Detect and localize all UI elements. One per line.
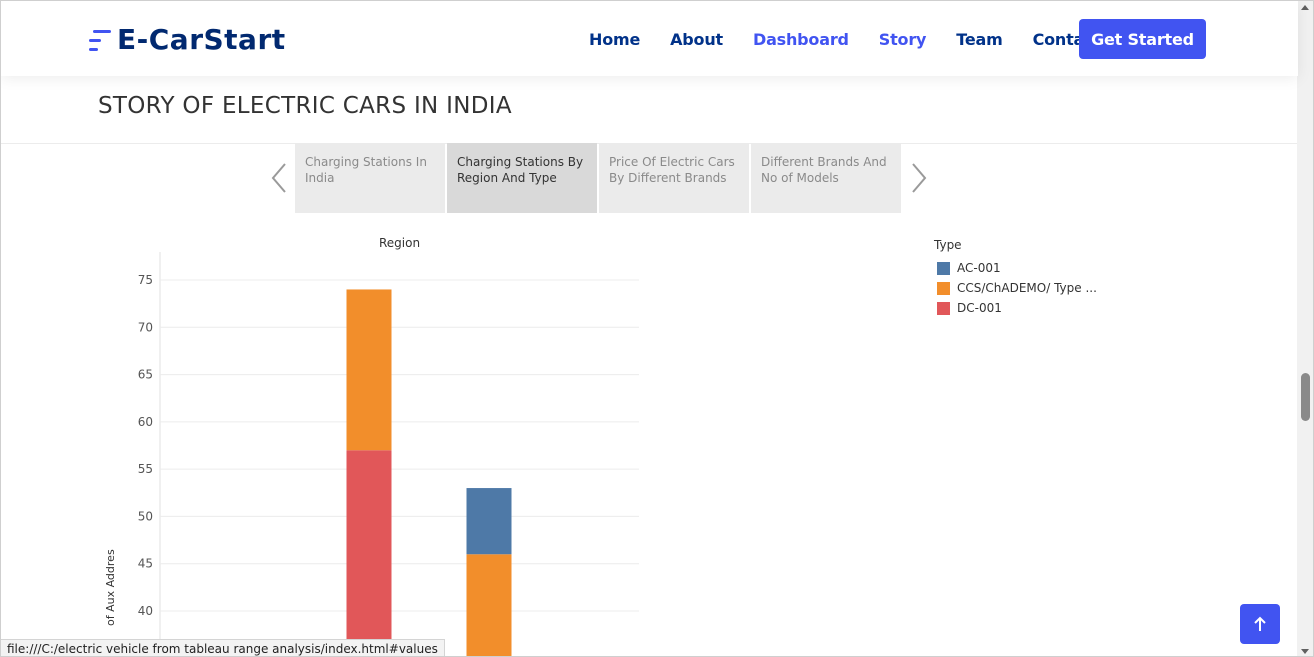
status-bar: file:///C:/electric vehicle from tableau… bbox=[1, 639, 445, 656]
logo-text: E-CarStart bbox=[117, 23, 286, 56]
y-tick-label: 60 bbox=[138, 415, 153, 429]
bar-segment bbox=[346, 289, 392, 451]
arrow-up-icon bbox=[1254, 616, 1266, 631]
legend-item-ac[interactable]: AC-001 bbox=[937, 258, 1097, 278]
nav-home[interactable]: Home bbox=[589, 30, 640, 49]
nav-story[interactable]: Story bbox=[879, 30, 927, 49]
scroll-up-icon[interactable] bbox=[1301, 5, 1309, 10]
page-scrollbar[interactable] bbox=[1297, 1, 1313, 656]
chart-svg: 40 45 50 55 60 65 70 75 bbox=[138, 252, 639, 656]
nav-about[interactable]: About bbox=[670, 30, 723, 49]
chevron-right-icon[interactable] bbox=[903, 161, 933, 195]
legend-swatch bbox=[937, 281, 950, 295]
y-tick-label: 70 bbox=[138, 320, 153, 334]
scroll-thumb[interactable] bbox=[1301, 373, 1310, 421]
legend-item-ccs[interactable]: CCS/ChADEMO/ Type ... bbox=[937, 278, 1097, 298]
y-tick-label: 55 bbox=[138, 462, 153, 476]
logo[interactable]: E-CarStart bbox=[89, 23, 286, 56]
y-tick-label: 75 bbox=[138, 273, 153, 287]
site-header: E-CarStart Home About Dashboard Story Te… bbox=[1, 1, 1298, 76]
y-tick-label: 65 bbox=[138, 368, 153, 382]
legend-label: CCS/ChADEMO/ Type ... bbox=[957, 281, 1097, 295]
bar-segment bbox=[466, 488, 512, 555]
legend-item-dc[interactable]: DC-001 bbox=[937, 298, 1097, 318]
y-tick-label: 40 bbox=[138, 604, 153, 618]
legend-title: Type bbox=[934, 238, 962, 252]
chevron-left-icon[interactable] bbox=[265, 161, 295, 195]
story-tab-1[interactable]: Charging Stations In India bbox=[295, 143, 445, 213]
bar-segment bbox=[346, 450, 392, 656]
scroll-down-icon[interactable] bbox=[1301, 649, 1309, 654]
bar-segment bbox=[466, 554, 512, 656]
legend-swatch bbox=[937, 261, 950, 275]
legend-swatch bbox=[937, 301, 950, 315]
story-tab-3[interactable]: Price Of Electric Cars By Different Bran… bbox=[599, 143, 749, 213]
get-started-button[interactable]: Get Started bbox=[1079, 19, 1206, 59]
chart-legend: Type AC-001 CCS/ChADEMO/ Type ... DC-001 bbox=[934, 238, 1097, 318]
story-tab-2[interactable]: Charging Stations By Region And Type bbox=[447, 143, 597, 213]
nav-dashboard[interactable]: Dashboard bbox=[753, 30, 849, 49]
legend-label: AC-001 bbox=[957, 261, 1001, 275]
legend-label: DC-001 bbox=[957, 301, 1002, 315]
y-axis-label: of Aux Addres bbox=[104, 549, 117, 626]
nav-team[interactable]: Team bbox=[956, 30, 1003, 49]
back-to-top-button[interactable] bbox=[1240, 604, 1280, 644]
y-tick-label: 45 bbox=[138, 557, 153, 571]
y-tick-label: 50 bbox=[138, 509, 153, 523]
main-nav: Home About Dashboard Story Team Contact bbox=[589, 19, 1131, 59]
browser-viewport: E-CarStart Home About Dashboard Story Te… bbox=[0, 0, 1314, 657]
stacked-bar-chart: Region 40 45 50 55 60 65 70 75 of Aux Addres bbox=[101, 226, 661, 656]
logo-icon bbox=[89, 27, 111, 53]
page-title: STORY OF ELECTRIC CARS IN INDIA bbox=[98, 93, 512, 119]
story-tab-4[interactable]: Different Brands And No of Models bbox=[751, 143, 901, 213]
